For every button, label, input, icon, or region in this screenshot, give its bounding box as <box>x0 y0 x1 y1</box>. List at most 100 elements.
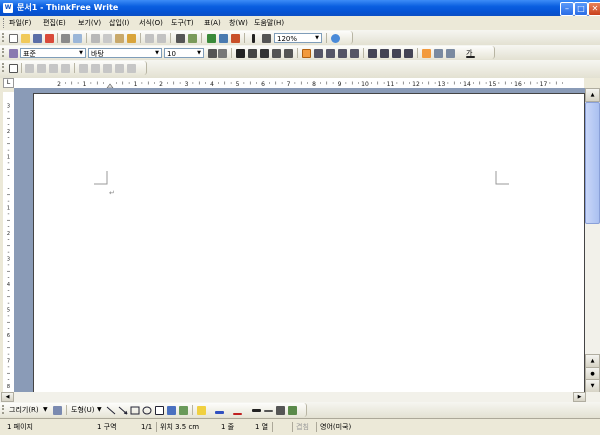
decrease-indent-icon[interactable] <box>392 49 401 58</box>
new-document-icon[interactable] <box>9 34 18 43</box>
paste-icon[interactable] <box>115 34 124 43</box>
redo-icon[interactable] <box>157 34 166 43</box>
border-icon[interactable] <box>422 49 431 58</box>
wordart-icon[interactable] <box>167 406 176 415</box>
insert-table-icon[interactable] <box>207 34 216 43</box>
shrink-font-icon[interactable] <box>218 49 227 58</box>
menu-help[interactable]: 도움말(H) <box>254 18 284 28</box>
insert-image-icon[interactable] <box>231 34 240 43</box>
font-color-icon[interactable] <box>233 413 242 415</box>
line-color-icon[interactable] <box>215 411 224 414</box>
arrow-icon[interactable] <box>118 406 128 415</box>
ellipse-icon[interactable] <box>142 406 152 415</box>
bold-icon[interactable] <box>236 49 245 58</box>
open-folder-icon[interactable] <box>21 34 30 43</box>
arrow-style-icon[interactable] <box>276 406 285 415</box>
status-overwrite[interactable]: 겹침 <box>292 422 316 432</box>
grow-font-icon[interactable] <box>208 49 217 58</box>
print-preview-icon[interactable] <box>73 34 82 43</box>
table-properties-icon[interactable] <box>127 64 136 73</box>
chevron-down-icon[interactable]: ▼ <box>195 49 203 57</box>
maximize-button[interactable]: □ <box>574 2 588 16</box>
chevron-down-icon[interactable]: ▼ <box>77 49 85 57</box>
previous-page-button[interactable]: ▲ <box>585 354 600 368</box>
show-marks-icon[interactable] <box>252 34 255 43</box>
underline-icon[interactable] <box>260 49 269 58</box>
chevron-down-icon[interactable]: ▼ <box>43 405 48 415</box>
toolbar-grip[interactable] <box>2 33 6 42</box>
close-button[interactable]: ✕ <box>588 2 600 16</box>
copy-icon[interactable] <box>103 34 112 43</box>
scroll-up-button[interactable]: ▲ <box>585 88 600 102</box>
chevron-down-icon[interactable]: ▼ <box>313 34 321 42</box>
merge-cells-icon[interactable] <box>79 64 88 73</box>
font-color-glyph[interactable]: 가 <box>466 49 475 58</box>
align-center-icon[interactable] <box>314 49 323 58</box>
shapes-menu-button[interactable]: 도형(U) <box>71 405 94 415</box>
menu-file[interactable]: 파일(F) <box>9 18 31 28</box>
style-select[interactable]: 표준 ▼ <box>20 48 86 58</box>
menu-tools[interactable]: 도구(T) <box>171 18 194 28</box>
minimize-button[interactable]: – <box>560 2 574 16</box>
menu-edit[interactable]: 편집(E) <box>43 18 66 28</box>
delete-column-icon[interactable] <box>61 64 70 73</box>
dash-style-icon[interactable] <box>264 410 273 412</box>
text-box-icon[interactable] <box>155 406 164 415</box>
print-icon[interactable] <box>61 34 70 43</box>
horizontal-scrollbar[interactable]: ◀ ▶ <box>0 392 600 402</box>
chevron-down-icon[interactable]: ▼ <box>153 49 161 57</box>
align-right-icon[interactable] <box>326 49 335 58</box>
superscript-icon[interactable] <box>272 49 281 58</box>
line-spacing-icon[interactable] <box>446 49 455 58</box>
chevron-down-icon[interactable]: ▼ <box>97 405 102 415</box>
next-page-button[interactable]: ▼ <box>585 379 600 393</box>
line-icon[interactable] <box>106 406 116 415</box>
code-view-icon[interactable] <box>262 34 271 43</box>
export-pdf-icon[interactable] <box>45 34 54 43</box>
save-icon[interactable] <box>33 34 42 43</box>
insert-chart-icon[interactable] <box>219 34 228 43</box>
justify-icon[interactable] <box>338 49 347 58</box>
numbered-list-icon[interactable] <box>368 49 377 58</box>
subscript-icon[interactable] <box>284 49 293 58</box>
status-language[interactable]: 영어(미국) <box>316 422 376 432</box>
fill-color-icon[interactable] <box>197 406 206 415</box>
undo-icon[interactable] <box>145 34 154 43</box>
italic-icon[interactable] <box>248 49 257 58</box>
insert-column-icon[interactable] <box>37 64 46 73</box>
scroll-right-button[interactable]: ▶ <box>573 392 586 402</box>
vertical-scroll-thumb[interactable] <box>585 102 600 224</box>
format-painter-icon[interactable] <box>127 34 136 43</box>
toolbar-grip[interactable] <box>2 405 6 414</box>
zoom-select[interactable]: 120% ▼ <box>274 33 322 43</box>
vertical-scrollbar[interactable]: ▲ ▲ ● ▼ <box>585 88 600 393</box>
columns-icon[interactable] <box>434 49 443 58</box>
table-border-icon[interactable] <box>103 64 112 73</box>
cut-icon[interactable] <box>91 34 100 43</box>
shadow-icon[interactable] <box>288 406 297 415</box>
split-cells-icon[interactable] <box>91 64 100 73</box>
rectangle-icon[interactable] <box>130 406 140 415</box>
menu-table[interactable]: 표(A) <box>204 18 221 28</box>
increase-indent-icon[interactable] <box>404 49 413 58</box>
bulleted-list-icon[interactable] <box>380 49 389 58</box>
scroll-left-button[interactable]: ◀ <box>1 392 14 402</box>
select-objects-icon[interactable] <box>53 406 62 415</box>
font-select[interactable]: 바탕 ▼ <box>88 48 162 58</box>
toolbar-grip[interactable] <box>2 48 6 57</box>
menu-format[interactable]: 서식(O) <box>139 18 163 28</box>
table-shading-icon[interactable] <box>115 64 124 73</box>
toolbar-grip[interactable] <box>2 63 6 72</box>
table-icon[interactable] <box>9 64 18 73</box>
menu-view[interactable]: 보기(V) <box>78 18 101 28</box>
font-size-select[interactable]: 10 ▼ <box>164 48 204 58</box>
document-page[interactable]: ↵ <box>33 93 585 392</box>
tab-stop-selector[interactable]: L <box>3 78 14 88</box>
clipart-icon[interactable] <box>179 406 188 415</box>
delete-row-icon[interactable] <box>49 64 58 73</box>
spellcheck-icon[interactable] <box>188 34 197 43</box>
insert-row-icon[interactable] <box>25 64 34 73</box>
menu-window[interactable]: 창(W) <box>229 18 248 28</box>
navigator-icon[interactable] <box>331 34 340 43</box>
line-style-icon[interactable] <box>252 409 261 412</box>
